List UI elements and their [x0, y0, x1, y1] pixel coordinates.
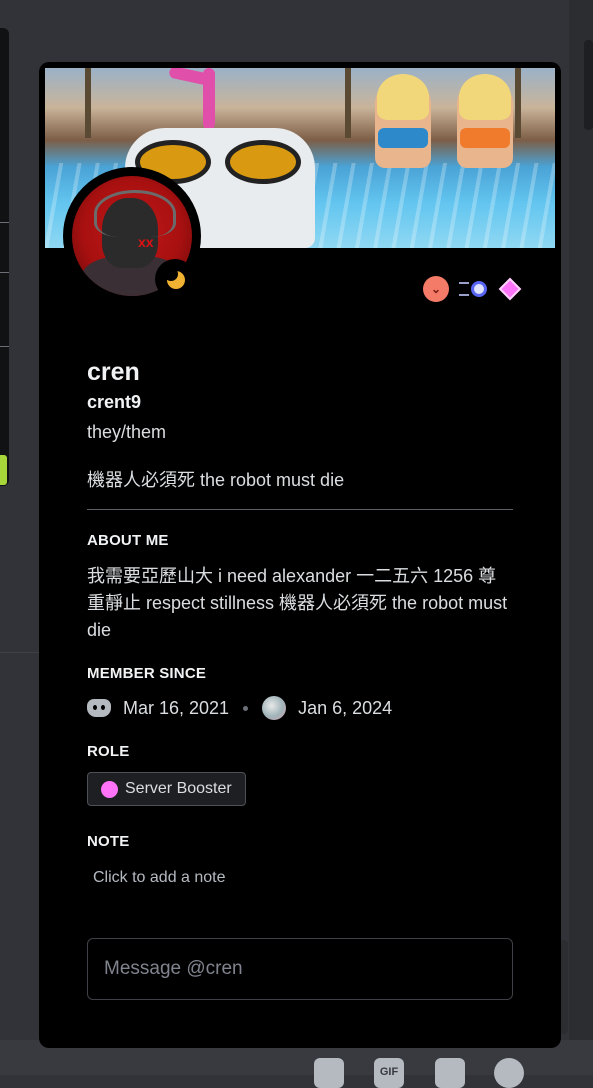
role-name: Server Booster — [125, 780, 232, 797]
channel-sidebar-fragment — [0, 28, 9, 486]
hypesquad-icon[interactable]: ⌄ — [423, 276, 449, 302]
discord-logo-icon — [87, 699, 111, 717]
online-indicator-fragment — [0, 455, 7, 485]
role-heading: ROLE — [87, 743, 130, 760]
role-pill[interactable]: Server Booster — [87, 772, 246, 806]
emoji-icon[interactable] — [494, 1058, 524, 1088]
server-icon — [262, 696, 287, 720]
message-input[interactable] — [87, 938, 513, 1000]
sidebar-divider — [0, 272, 9, 273]
member-list-fragment — [569, 0, 593, 1075]
display-name: cren — [87, 358, 140, 386]
profile-divider — [87, 509, 513, 510]
discord-join-date: Mar 16, 2021 — [123, 697, 230, 718]
idle-moon-icon — [161, 265, 189, 293]
note-heading: NOTE — [87, 833, 130, 850]
pronouns: they/them — [87, 422, 167, 442]
server-join-date: Jan 6, 2024 — [298, 697, 393, 718]
speedrun-icon[interactable] — [457, 276, 489, 302]
username: crent9 — [87, 392, 142, 412]
avatar[interactable]: xx — [63, 167, 201, 305]
sidebar-divider — [0, 222, 9, 223]
sticker-icon[interactable] — [435, 1058, 465, 1088]
badge-list: ⌄ — [423, 276, 523, 302]
note-input[interactable] — [87, 865, 513, 891]
member-since-row: Mar 16, 2021 Jan 6, 2024 — [87, 695, 513, 721]
gift-icon[interactable] — [314, 1058, 344, 1088]
scrollbar[interactable] — [584, 40, 593, 130]
chat-divider — [0, 652, 40, 653]
gif-icon[interactable]: GIF — [374, 1058, 404, 1088]
role-color-dot — [101, 780, 118, 798]
custom-status: 機器人必須死 the robot must die — [87, 470, 345, 490]
sidebar-divider — [0, 346, 9, 347]
separator-dot — [243, 705, 249, 711]
profile-popout: xx ⌄ cren crent9 they/them 機器人必須死 the ro… — [39, 62, 561, 1048]
about-me-text: 我需要亞歷山大 i need alexander 一二五六 1256 尊重靜止 … — [87, 566, 508, 640]
status-indicator — [155, 259, 195, 299]
nitro-boost-icon[interactable] — [497, 276, 523, 302]
member-since-heading: MEMBER SINCE — [87, 665, 207, 682]
about-me-heading: ABOUT ME — [87, 532, 169, 549]
